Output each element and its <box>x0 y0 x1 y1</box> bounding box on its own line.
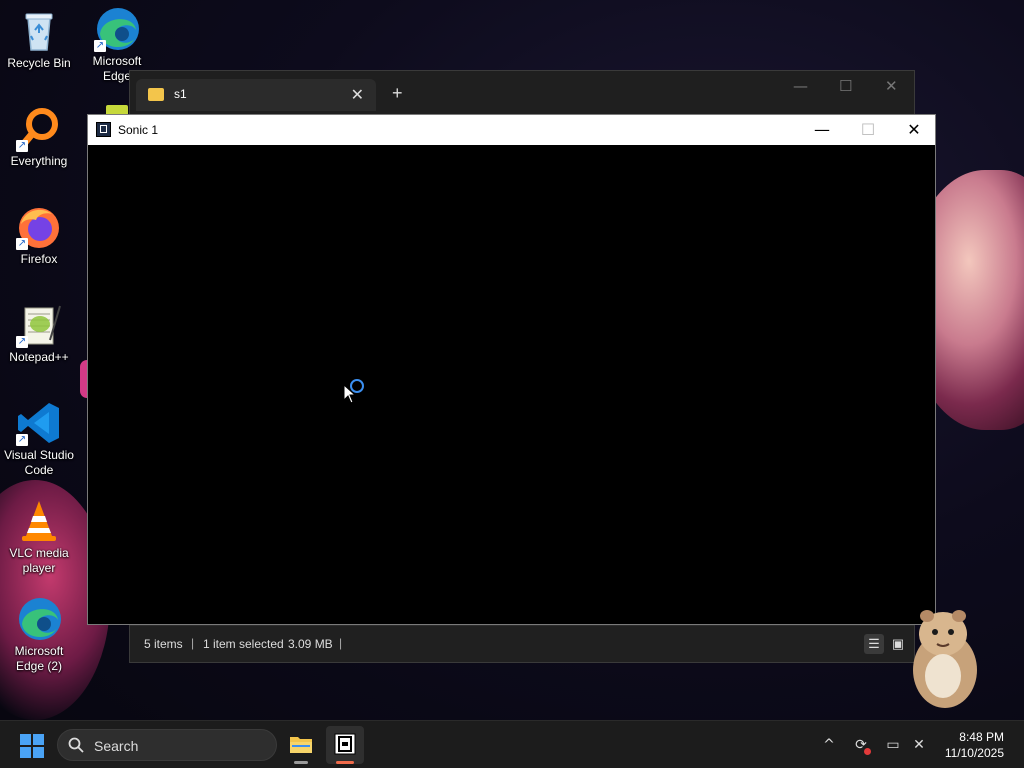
sync-error-badge <box>864 748 871 755</box>
new-tab-button[interactable]: + <box>392 83 403 104</box>
desktop-icon-microsoft-edge-2[interactable]: Microsoft Edge (2) <box>0 596 78 674</box>
status-separator: | <box>191 636 195 650</box>
sonic-game-window[interactable]: Sonic 1 — ☐ ✕ <box>87 114 936 625</box>
shortcut-arrow-icon: ↗ <box>94 40 106 52</box>
desktop-icon-label: Microsoft Edge (2) <box>14 644 64 673</box>
desktop-icon-label: Notepad++ <box>9 350 69 364</box>
sonic-app-icon <box>334 733 356 755</box>
taskbar-sonic-app[interactable] <box>326 726 364 764</box>
vlc-cone-icon <box>16 498 62 544</box>
status-separator: | <box>339 636 343 650</box>
status-selection: 1 item selected <box>203 637 284 651</box>
desktop-icon-notepad-plus-plus[interactable]: ↗ Notepad++ <box>0 302 78 365</box>
desktop-icon-label: Visual Studio Code <box>4 448 74 477</box>
window-title: Sonic 1 <box>118 123 159 137</box>
details-view-button[interactable]: ☰ <box>864 634 884 654</box>
search-placeholder: Search <box>94 738 139 754</box>
desktop-icon-everything[interactable]: ↗ Everything <box>0 106 78 169</box>
taskbar-clock[interactable]: 8:48 PM 11/10/2025 <box>945 729 1004 761</box>
desktop-icon-label: Firefox <box>20 252 58 266</box>
folder-icon <box>290 737 312 753</box>
edge-icon: ↗ <box>94 6 140 52</box>
network-icon[interactable]: ▭ <box>883 735 903 755</box>
shortcut-arrow-icon: ↗ <box>16 434 28 446</box>
status-size: 3.09 MB <box>288 637 333 651</box>
desktop-icon-vlc-media-player[interactable]: VLC media player <box>0 498 78 576</box>
taskbar: Search ^ ⟳ ▭ ✕ 8:48 PM 11/10/2025 <box>0 720 1024 768</box>
hamster-sticker <box>903 606 983 710</box>
desktop-icon-recycle-bin[interactable]: Recycle Bin <box>0 8 78 71</box>
running-indicator <box>294 761 308 764</box>
explorer-tab[interactable]: s1 ✕ <box>136 79 376 111</box>
shortcut-arrow-icon: ↗ <box>16 336 28 348</box>
search-icon <box>68 737 84 753</box>
explorer-status-bar: 5 items | 1 item selected 3.09 MB | ☰ ▣ <box>130 619 914 662</box>
recycle-bin-icon <box>16 8 62 54</box>
volume-muted-icon[interactable]: ✕ <box>909 735 929 755</box>
firefox-icon: ↗ <box>16 204 62 250</box>
close-tab-button[interactable]: ✕ <box>351 85 364 105</box>
explorer-tab-title: s1 <box>174 87 187 101</box>
taskbar-search-box[interactable]: Search <box>57 729 277 761</box>
folder-icon <box>148 88 164 101</box>
vscode-icon: ↗ <box>16 400 62 446</box>
mouse-cursor-icon <box>343 384 357 404</box>
desktop-icon-visual-studio-code[interactable]: ↗ Visual Studio Code <box>0 400 78 478</box>
show-hidden-icons-chevron-icon[interactable]: ^ <box>819 735 839 755</box>
status-item-count: 5 items <box>144 637 183 651</box>
notepad-plus-plus-icon: ↗ <box>16 302 62 348</box>
clock-time: 8:48 PM <box>959 730 1004 744</box>
everything-search-icon: ↗ <box>16 106 62 152</box>
clock-date: 11/10/2025 <box>944 746 1004 760</box>
desktop-icon-firefox[interactable]: ↗ Firefox <box>0 204 78 267</box>
edge-icon <box>16 596 62 642</box>
explorer-maximize-button[interactable]: ☐ <box>839 77 852 95</box>
explorer-tab-strip: s1 ✕ + — ☐ ✕ <box>130 71 914 115</box>
taskbar-file-explorer[interactable] <box>282 726 320 764</box>
desktop-icon-label: Recycle Bin <box>7 56 71 70</box>
desktop-icon-label: Everything <box>10 154 68 168</box>
explorer-minimize-button[interactable]: — <box>793 77 808 95</box>
maximize-button[interactable]: ☐ <box>845 115 891 145</box>
shortcut-arrow-icon: ↗ <box>16 238 28 250</box>
sonic-app-icon <box>96 122 111 137</box>
desktop-icon-label: VLC media player <box>9 546 69 575</box>
active-indicator <box>336 761 354 764</box>
explorer-close-button[interactable]: ✕ <box>885 77 898 95</box>
minimize-button[interactable]: — <box>799 115 845 145</box>
close-button[interactable]: ✕ <box>891 115 937 145</box>
sonic-title-bar[interactable]: Sonic 1 — ☐ ✕ <box>88 115 935 145</box>
start-button[interactable] <box>20 734 44 758</box>
shortcut-arrow-icon: ↗ <box>16 140 28 152</box>
